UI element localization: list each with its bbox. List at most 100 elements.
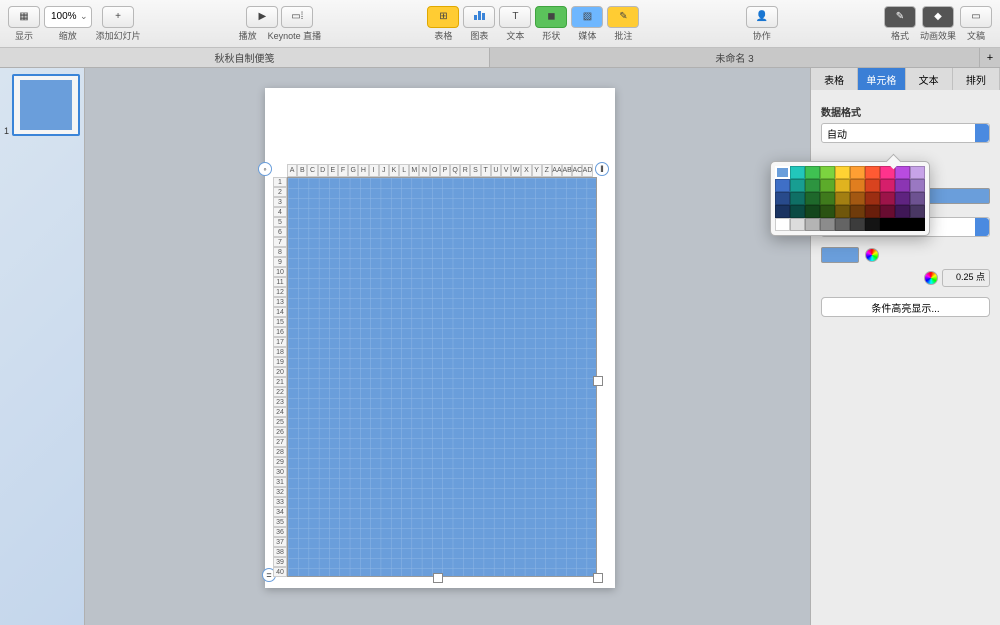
media-button[interactable]: ▧ [571,6,603,28]
color-wheel-button[interactable] [865,248,879,262]
palette-swatch[interactable] [835,166,850,179]
doc-tab-2[interactable]: 未命名 3 [490,48,980,67]
col-hdr-I[interactable]: I [369,164,379,177]
table-object[interactable]: ABCDEFGHIJKLMNOPQRSTUVWXYZAAABACAD 12345… [273,164,597,577]
palette-swatch[interactable] [850,166,865,179]
doc-tab-1[interactable]: 秋秋自制便笺 [0,48,490,67]
text-button[interactable]: T [499,6,531,28]
row-hdr-12[interactable]: 12 [273,287,287,297]
collab-button[interactable]: 👤 [746,6,778,28]
chart-button[interactable] [463,6,495,28]
palette-swatch[interactable] [835,179,850,192]
row-hdr-7[interactable]: 7 [273,237,287,247]
row-hdr-40[interactable]: 40 [273,567,287,577]
palette-swatch[interactable] [865,179,880,192]
slide[interactable]: ◦ ‖ = ABCDEFGHIJKLMNOPQRSTUVWXYZAAABACAD… [265,88,615,588]
row-hdr-1[interactable]: 1 [273,177,287,187]
insp-tab-arrange[interactable]: 排列 [953,68,1000,90]
palette-swatch[interactable] [820,179,835,192]
col-hdr-N[interactable]: N [419,164,429,177]
palette-swatch[interactable] [790,205,805,218]
row-hdr-23[interactable]: 23 [273,397,287,407]
col-hdr-S[interactable]: S [470,164,480,177]
column-headers[interactable]: ABCDEFGHIJKLMNOPQRSTUVWXYZAAABACAD [287,164,593,177]
col-hdr-AB[interactable]: AB [562,164,572,177]
col-hdr-V[interactable]: V [501,164,511,177]
col-hdr-Q[interactable]: Q [450,164,460,177]
fill-color-swatch[interactable] [821,247,859,263]
row-hdr-17[interactable]: 17 [273,337,287,347]
row-hdr-38[interactable]: 38 [273,547,287,557]
row-hdr-30[interactable]: 30 [273,467,287,477]
row-hdr-25[interactable]: 25 [273,417,287,427]
col-hdr-M[interactable]: M [409,164,419,177]
row-hdr-3[interactable]: 3 [273,197,287,207]
col-hdr-X[interactable]: X [521,164,531,177]
col-hdr-B[interactable]: B [297,164,307,177]
palette-swatch[interactable] [910,192,925,205]
border-width-input[interactable]: 0.25 点 [942,269,990,287]
row-hdr-18[interactable]: 18 [273,347,287,357]
col-hdr-C[interactable]: C [307,164,317,177]
palette-swatch[interactable] [835,192,850,205]
col-hdr-AA[interactable]: AA [552,164,562,177]
col-hdr-H[interactable]: H [358,164,368,177]
palette-swatch[interactable] [805,205,820,218]
row-hdr-6[interactable]: 6 [273,227,287,237]
row-hdr-37[interactable]: 37 [273,537,287,547]
row-hdr-11[interactable]: 11 [273,277,287,287]
palette-swatch[interactable] [895,166,910,179]
row-hdr-8[interactable]: 8 [273,247,287,257]
col-hdr-D[interactable]: D [318,164,328,177]
row-hdr-10[interactable]: 10 [273,267,287,277]
sel-handle-right[interactable] [593,376,603,386]
row-hdr-24[interactable]: 24 [273,407,287,417]
palette-swatch[interactable] [790,166,805,179]
insp-tab-cell[interactable]: 单元格 [858,68,905,90]
col-hdr-P[interactable]: P [440,164,450,177]
palette-swatch[interactable] [865,166,880,179]
row-hdr-15[interactable]: 15 [273,317,287,327]
palette-swatch[interactable] [850,205,865,218]
col-hdr-U[interactable]: U [491,164,501,177]
col-hdr-AD[interactable]: AD [582,164,592,177]
sel-handle-br[interactable] [593,573,603,583]
col-hdr-Z[interactable]: Z [542,164,552,177]
add-slide-button[interactable]: + [102,6,134,28]
row-hdr-16[interactable]: 16 [273,327,287,337]
table-button[interactable]: ⊞ [427,6,459,28]
row-hdr-5[interactable]: 5 [273,217,287,227]
slide-thumbnail-1[interactable]: 1 [12,74,80,136]
row-hdr-13[interactable]: 13 [273,297,287,307]
palette-swatch[interactable] [805,166,820,179]
palette-swatch[interactable] [895,192,910,205]
palette-swatch[interactable] [850,179,865,192]
insp-tab-text[interactable]: 文本 [906,68,953,90]
zoom-select[interactable]: 100% [44,6,92,28]
palette-swatch[interactable] [805,192,820,205]
col-hdr-E[interactable]: E [328,164,338,177]
palette-swatch[interactable] [910,218,925,231]
anim-button[interactable]: ◆ [922,6,954,28]
col-hdr-F[interactable]: F [338,164,348,177]
palette-swatch[interactable] [910,166,925,179]
border-color-wheel[interactable] [924,271,938,285]
palette-swatch[interactable] [775,192,790,205]
palette-swatch[interactable] [805,218,820,231]
view-button[interactable]: ▦ [8,6,40,28]
row-hdr-31[interactable]: 31 [273,477,287,487]
palette-swatch[interactable] [895,218,910,231]
palette-swatch[interactable] [820,218,835,231]
col-hdr-T[interactable]: T [481,164,491,177]
palette-swatch[interactable] [895,205,910,218]
palette-swatch[interactable] [850,192,865,205]
row-hdr-20[interactable]: 20 [273,367,287,377]
row-hdr-27[interactable]: 27 [273,437,287,447]
row-hdr-34[interactable]: 34 [273,507,287,517]
annot-button[interactable]: ✎ [607,6,639,28]
col-hdr-L[interactable]: L [399,164,409,177]
col-hdr-AC[interactable]: AC [572,164,582,177]
palette-swatch[interactable] [880,166,895,179]
row-hdr-36[interactable]: 36 [273,527,287,537]
row-hdr-33[interactable]: 33 [273,497,287,507]
